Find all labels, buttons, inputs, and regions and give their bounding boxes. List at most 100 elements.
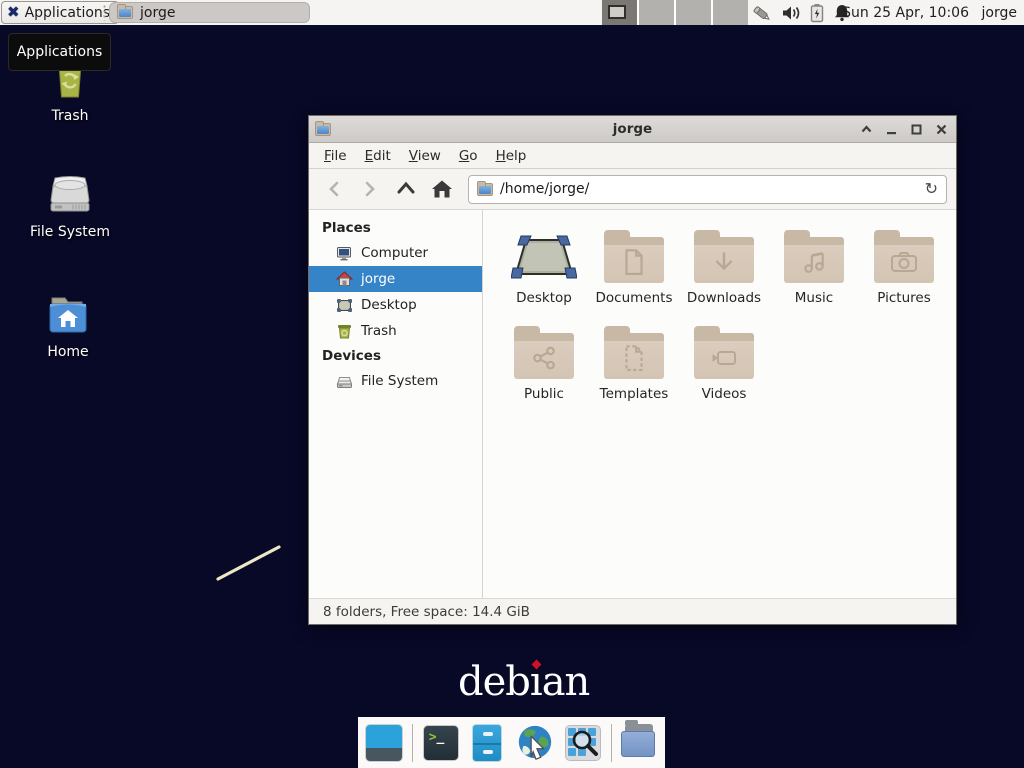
folder-icon — [694, 335, 754, 379]
sidebar-item-label: jorge — [361, 271, 395, 287]
applications-menu-label: Applications — [25, 5, 111, 21]
folder-label: Templates — [600, 386, 669, 402]
computer-icon — [336, 246, 353, 261]
menu-file[interactable]: File — [315, 145, 356, 167]
dock-separator — [611, 724, 612, 762]
sidebar-devices-header: Devices — [309, 344, 482, 368]
desktop-preview-icon — [365, 724, 403, 762]
sidebar-item-desktop[interactable]: Desktop — [309, 292, 482, 318]
folder-label: Desktop — [516, 290, 572, 306]
logo-i: ı — [530, 659, 542, 705]
folder-icon — [784, 239, 844, 283]
workspace-window-thumb — [608, 5, 626, 19]
path-bar[interactable]: /home/jorge/ ↻ — [468, 175, 947, 204]
desktop-icon-label: Trash — [52, 108, 89, 124]
menu-edit[interactable]: Edit — [356, 145, 400, 167]
panel-username: jorge — [982, 0, 1017, 25]
download-arrow-icon — [711, 249, 737, 275]
folder-label: Documents — [596, 290, 673, 306]
dock-separator — [412, 724, 413, 762]
folder-label: Music — [795, 290, 833, 306]
back-button[interactable] — [318, 174, 350, 204]
desktop-icon-home[interactable]: Home — [20, 292, 116, 360]
folder-videos[interactable]: Videos — [679, 322, 769, 418]
folder-label: Pictures — [877, 290, 930, 306]
trash-icon — [336, 323, 353, 339]
workspace-pager — [602, 0, 748, 25]
sidebar-item-file-system[interactable]: File System — [309, 368, 482, 394]
workspace-4[interactable] — [713, 0, 748, 25]
sidebar-item-computer[interactable]: Computer — [309, 240, 482, 266]
sidebar-item-trash[interactable]: Trash — [309, 318, 482, 344]
menu-go[interactable]: Go — [450, 145, 487, 167]
folder-label: Videos — [702, 386, 747, 402]
workspace-3[interactable] — [676, 0, 711, 25]
folder-icon — [694, 239, 754, 283]
workspace-1[interactable] — [602, 0, 637, 25]
folder-documents[interactable]: Documents — [589, 226, 679, 322]
window-controls — [858, 116, 950, 143]
folder-public[interactable]: Public — [499, 322, 589, 418]
maximize-button[interactable] — [908, 121, 925, 138]
folder-music[interactable]: Music — [769, 226, 859, 322]
panel-clock[interactable]: Sun 25 Apr, 10:06 — [842, 0, 969, 25]
applications-tooltip: Applications — [8, 33, 111, 71]
folder-templates[interactable]: Templates — [589, 322, 679, 418]
pen-tool-icon[interactable] — [750, 3, 772, 23]
menu-help[interactable]: Help — [487, 145, 536, 167]
folder-icon — [621, 729, 657, 757]
home-icon — [336, 271, 353, 287]
web-browser-launcher[interactable] — [515, 723, 555, 763]
file-manager-launcher[interactable] — [468, 723, 506, 763]
sidebar-item-label: Desktop — [361, 297, 417, 313]
reload-icon[interactable]: ↻ — [925, 181, 938, 197]
system-tray — [750, 0, 851, 25]
desktop-special-icon — [511, 232, 577, 282]
top-panel: ✖ Applications jorge — [0, 0, 1024, 25]
shade-button[interactable] — [858, 121, 875, 138]
menu-view[interactable]: View — [400, 145, 450, 167]
app-finder-launcher[interactable] — [564, 723, 602, 763]
sidebar-item-label: File System — [361, 373, 438, 389]
desktop-icon-label: File System — [30, 224, 110, 240]
close-button[interactable] — [933, 121, 950, 138]
desktop-icon-file-system[interactable]: File System — [22, 172, 118, 240]
folder-pictures[interactable]: Pictures — [859, 226, 949, 322]
panel-handle[interactable] — [102, 4, 107, 21]
workspace-2[interactable] — [639, 0, 674, 25]
document-glyph-icon — [621, 248, 647, 276]
folder-desktop[interactable]: Desktop — [499, 226, 589, 322]
hard-drive-icon — [336, 374, 353, 389]
desktop-icon-label: Home — [47, 344, 88, 360]
file-manager-window: jorge File Edit View Go Help — [308, 115, 957, 625]
desktop-icon — [336, 298, 353, 313]
folder-launcher[interactable] — [620, 723, 658, 763]
sidebar-item-jorge[interactable]: jorge — [309, 266, 482, 292]
folder-icon — [117, 6, 133, 19]
address-text[interactable]: /home/jorge/ — [500, 181, 918, 197]
folder-icon — [874, 239, 934, 283]
pen-scribble-line — [210, 540, 295, 588]
share-icon — [531, 345, 557, 371]
folder-downloads[interactable]: Downloads — [679, 226, 769, 322]
taskbar-window-button[interactable]: jorge — [109, 2, 310, 23]
terminal-launcher[interactable]: >_ — [422, 723, 460, 763]
up-button[interactable] — [390, 174, 422, 204]
window-titlebar[interactable]: jorge — [309, 116, 956, 143]
volume-icon[interactable] — [781, 4, 801, 22]
debian-logo: debıan — [458, 659, 589, 705]
home-folder-icon — [44, 292, 92, 336]
logo-text: an — [542, 659, 590, 705]
folder-label: Downloads — [687, 290, 761, 306]
minimize-button[interactable] — [883, 121, 900, 138]
sidebar-places-header: Places — [309, 216, 482, 240]
forward-button[interactable] — [354, 174, 386, 204]
menu-bar: File Edit View Go Help — [309, 143, 956, 169]
folder-icon — [604, 335, 664, 379]
battery-charging-icon[interactable] — [810, 3, 824, 23]
home-button[interactable] — [426, 174, 458, 204]
show-desktop-launcher[interactable] — [365, 723, 403, 763]
file-icon-view: Desktop Documents — [483, 210, 956, 598]
file-cabinet-icon — [472, 724, 502, 762]
dock: >_ — [358, 717, 665, 768]
